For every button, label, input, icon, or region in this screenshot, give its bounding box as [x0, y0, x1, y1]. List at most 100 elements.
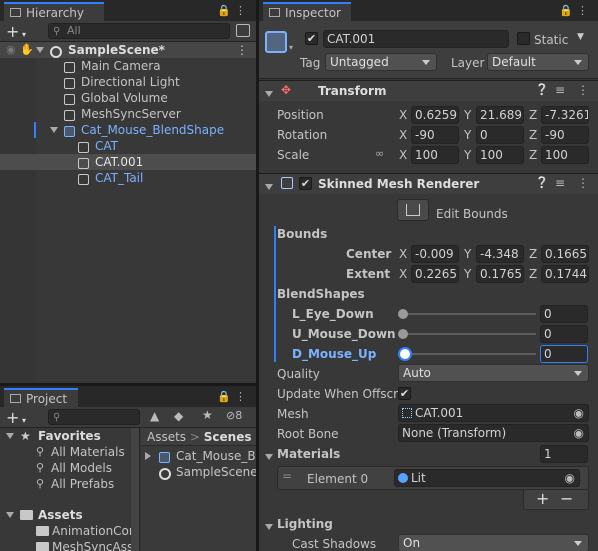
transform-header[interactable]: ✥ Transform ❔ ≡ ⋮	[259, 80, 598, 101]
lock-icon[interactable]: 🔒⋮	[217, 4, 250, 17]
expand-icon[interactable]	[265, 524, 273, 530]
object-picker-icon[interactable]: ◉	[574, 405, 584, 421]
smr-header[interactable]: ✔ Skinned Mesh Renderer ❔ ≡ ⋮	[259, 173, 598, 194]
blendshape-slider-knob[interactable]	[398, 347, 412, 361]
hierarchy-item-directional-light[interactable]: Directional Light	[0, 74, 256, 90]
scale-x-field[interactable]: 100	[411, 146, 459, 164]
filter-label-icon[interactable]: ◆	[174, 409, 183, 423]
hierarchy-item-cat[interactable]: CAT	[0, 138, 256, 154]
hidden-packages-icon[interactable]: ⊘8	[226, 409, 242, 422]
extent-z-field[interactable]: 0.1744	[541, 265, 589, 283]
add-button[interactable]: + ▾	[6, 22, 26, 41]
breadcrumb-scenes[interactable]: Scenes	[204, 430, 252, 444]
static-checkbox[interactable]	[517, 32, 530, 45]
assets-header[interactable]: Assets	[0, 507, 139, 523]
cast-shadows-dropdown[interactable]: On	[398, 534, 589, 551]
favorites-header[interactable]: ★ Favorites	[0, 428, 139, 444]
favorites-item[interactable]: ⚲ All Prefabs	[0, 476, 139, 492]
chevron-down-icon[interactable]: ▼	[577, 32, 584, 42]
layer-dropdown[interactable]: Default	[487, 53, 589, 71]
blendshape-slider-knob[interactable]	[398, 309, 408, 319]
blendshape-u-mouse-down-field[interactable]: 0	[540, 325, 588, 343]
rotation-x-field[interactable]: -90	[411, 126, 459, 144]
smr-enabled-checkbox[interactable]: ✔	[299, 177, 312, 190]
gameobject-large-icon[interactable]	[265, 31, 287, 53]
materials-count-field[interactable]: 1	[540, 445, 588, 463]
tab-project[interactable]: Project	[4, 388, 78, 407]
lock-icon[interactable]: 🔒⋮	[559, 4, 592, 17]
hierarchy-item-meshsyncserver[interactable]: MeshSyncServer	[0, 106, 256, 122]
hierarchy-item-cat-tail[interactable]: CAT_Tail	[0, 170, 256, 186]
lighting-header[interactable]: Lighting	[259, 514, 598, 534]
help-icon[interactable]: ❔	[535, 176, 549, 189]
file-item[interactable]: SampleScene	[141, 464, 256, 480]
blendshape-d-mouse-up-field[interactable]: 0	[540, 345, 588, 363]
blendshape-l-eye-down-field[interactable]: 0	[540, 305, 588, 323]
expand-icon[interactable]	[265, 454, 273, 460]
object-name-field[interactable]: CAT.001	[323, 30, 509, 48]
assets-item[interactable]: AnimationCor	[0, 523, 139, 539]
eye-icon[interactable]: ◉	[6, 42, 16, 58]
blendshape-slider-track[interactable]	[402, 333, 536, 335]
hierarchy-item-global-volume[interactable]: Global Volume	[0, 90, 256, 106]
preset-icon[interactable]: ≡	[555, 83, 565, 97]
rotation-z-field[interactable]: -90	[541, 126, 589, 144]
expand-icon[interactable]	[145, 452, 151, 460]
position-x-field[interactable]: 0.6259	[411, 106, 459, 124]
blendshape-slider-knob[interactable]	[398, 329, 408, 339]
scene-row[interactable]: ◉ ✋ SampleScene* ⋮	[0, 42, 256, 58]
hierarchy-item-cat-mouse-blendshape[interactable]: Cat_Mouse_BlendShape	[0, 122, 256, 138]
hierarchy-item-cat-001[interactable]: CAT.001	[0, 154, 256, 170]
position-y-field[interactable]: 21.6893	[476, 106, 524, 124]
quality-dropdown[interactable]: Auto	[398, 364, 589, 382]
scale-y-field[interactable]: 100	[476, 146, 524, 164]
expand-icon[interactable]	[6, 512, 14, 518]
drag-handle-icon[interactable]: =	[282, 469, 292, 483]
add-button[interactable]: + ▾	[6, 408, 26, 427]
assets-item[interactable]: MeshSyncAss	[0, 539, 139, 551]
pick-icon[interactable]: ✋	[20, 42, 34, 58]
more-icon[interactable]: ⋮	[236, 42, 248, 58]
favorites-item[interactable]: ⚲ All Models	[0, 460, 139, 476]
rotation-y-field[interactable]: 0	[476, 126, 524, 144]
more-icon[interactable]: ⋮	[577, 176, 589, 190]
center-x-field[interactable]: -0.009	[411, 245, 459, 263]
scale-z-field[interactable]: 100	[541, 146, 589, 164]
center-z-field[interactable]: 0.1665	[541, 245, 589, 263]
materials-header[interactable]: Materials 1	[259, 444, 598, 464]
expand-icon[interactable]	[50, 127, 58, 133]
preset-icon[interactable]: ≡	[555, 176, 565, 190]
scene-visibility-icon[interactable]	[236, 24, 250, 37]
root-bone-object-field[interactable]: None (Transform) ◉	[398, 424, 589, 442]
filter-type-icon[interactable]: ▲	[150, 409, 159, 423]
position-z-field[interactable]: -7.3261	[541, 106, 589, 124]
blendshape-slider-track[interactable]	[402, 353, 536, 355]
update-offscreen-checkbox[interactable]: ✔	[398, 387, 411, 400]
object-picker-icon[interactable]: ◉	[574, 425, 584, 441]
expand-icon[interactable]	[265, 184, 273, 190]
remove-element-button[interactable]: −	[560, 489, 573, 508]
edit-bounds-button[interactable]	[397, 199, 429, 221]
mesh-object-field[interactable]: CAT.001 ◉	[398, 404, 589, 422]
element-0-object-field[interactable]: Lit ◉	[394, 469, 580, 487]
lock-icon[interactable]: 🔒⋮	[217, 390, 250, 403]
extent-x-field[interactable]: 0.2265	[411, 265, 459, 283]
hierarchy-item-main-camera[interactable]: Main Camera	[0, 58, 256, 74]
link-icon[interactable]: ∞	[375, 147, 384, 160]
chevron-down-icon[interactable]: ▾	[289, 43, 293, 52]
favorites-item[interactable]: ⚲ All Materials	[0, 444, 139, 460]
add-element-button[interactable]: +	[536, 489, 549, 508]
center-y-field[interactable]: -4.348	[476, 245, 524, 263]
tree-scrollbar[interactable]	[131, 428, 139, 551]
more-icon[interactable]: ⋮	[577, 83, 589, 97]
expand-icon[interactable]	[36, 47, 44, 53]
help-icon[interactable]: ❔	[535, 83, 549, 96]
expand-icon[interactable]	[265, 91, 273, 97]
project-search-input[interactable]: ⚲	[48, 409, 140, 425]
extent-y-field[interactable]: 0.1765	[476, 265, 524, 283]
breadcrumb-assets[interactable]: Assets	[147, 430, 186, 444]
active-checkbox[interactable]: ✔	[305, 32, 318, 45]
favorite-star-icon[interactable]: ★	[202, 408, 213, 422]
tab-hierarchy[interactable]: Hierarchy	[4, 2, 104, 21]
file-item[interactable]: Cat_Mouse_Bl	[141, 448, 256, 464]
